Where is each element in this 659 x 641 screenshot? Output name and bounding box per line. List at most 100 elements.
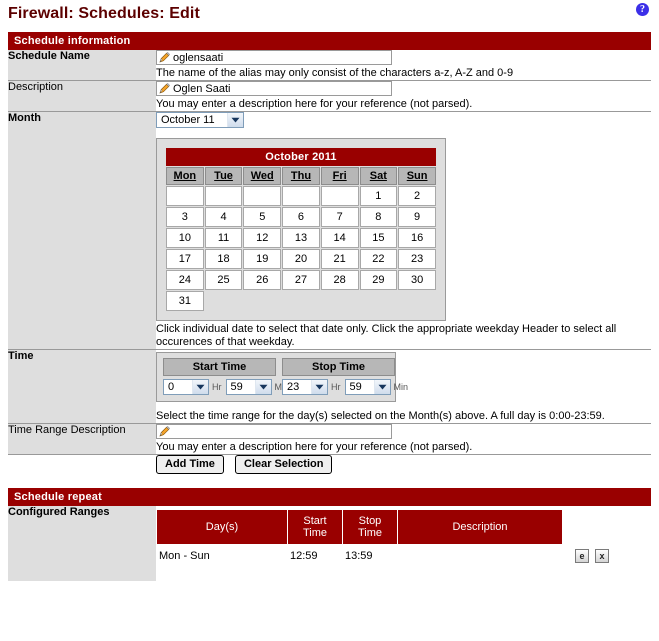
calendar-cell-blank	[321, 291, 359, 311]
action-buttons: Add Time Clear Selection	[156, 454, 651, 474]
schedule-name-input[interactable]: oglensaati	[156, 50, 392, 65]
calendar-day-27[interactable]: 27	[282, 270, 320, 290]
calendar-day-21[interactable]: 21	[320, 249, 359, 269]
calendar-day-14[interactable]: 14	[320, 228, 359, 248]
configured-ranges-table: Day(s) Start Time Stop Time Description …	[156, 509, 619, 566]
stop-minute-unit: Min	[393, 382, 409, 392]
weekday-header-fri[interactable]: Fri	[320, 167, 359, 185]
month-select-value: October 11	[161, 114, 215, 126]
calendar-day-3[interactable]: 3	[166, 207, 204, 227]
calendar-day-13[interactable]: 13	[282, 228, 320, 248]
ranges-header-row: Day(s) Start Time Stop Time Description	[157, 510, 618, 544]
weekday-header-wed[interactable]: Wed	[243, 167, 282, 185]
calendar-day-18[interactable]: 18	[204, 249, 243, 269]
stop-time-label: Stop Time	[282, 358, 395, 376]
weekday-header-sat[interactable]: Sat	[359, 167, 398, 185]
calendar-weekday-row: Mon Tue Wed Thu Fri Sat Sun	[166, 167, 436, 185]
start-minute-select[interactable]: 59	[225, 379, 272, 395]
calendar-day-10[interactable]: 10	[166, 228, 204, 248]
add-time-button[interactable]: Add Time	[156, 455, 224, 474]
label-configured-ranges: Configured Ranges	[8, 506, 156, 581]
stop-minute-select[interactable]: 59	[344, 379, 391, 395]
month-select[interactable]: October 11	[156, 112, 244, 128]
calendar-day-24[interactable]: 24	[166, 270, 204, 290]
time-range-description-input[interactable]	[156, 424, 392, 439]
label-month: Month	[8, 111, 156, 350]
pencil-icon	[159, 426, 170, 437]
calendar-week-row: 24 25 26 27 28 29 30	[166, 270, 436, 290]
clear-selection-button[interactable]: Clear Selection	[234, 455, 333, 474]
calendar-day-28[interactable]: 28	[320, 270, 359, 290]
calendar-cell-empty	[204, 186, 243, 206]
row-description: Description Oglen Saati You may enter a …	[8, 80, 651, 112]
start-time-label: Start Time	[163, 358, 276, 376]
column-header-start-time-line2: Time	[302, 527, 328, 539]
weekday-header-tue[interactable]: Tue	[204, 167, 243, 185]
calendar-day-15[interactable]: 15	[359, 228, 398, 248]
weekday-header-mon[interactable]: Mon	[166, 167, 204, 185]
panel-spacer	[0, 474, 659, 488]
calendar-day-7[interactable]: 7	[320, 207, 359, 227]
field-description: Oglen Saati You may enter a description …	[156, 80, 651, 112]
calendar-cell-empty	[320, 186, 359, 206]
start-hour-select[interactable]: 0	[163, 379, 209, 395]
schedule-repeat-table: Configured Ranges Day(s) Start Time Stop…	[8, 506, 651, 581]
calendar-day-9[interactable]: 9	[398, 207, 436, 227]
calendar-day-20[interactable]: 20	[282, 249, 320, 269]
label-time-range-description: Time Range Description	[8, 423, 156, 455]
calendar-cell-blank	[282, 291, 320, 311]
weekday-header-sun[interactable]: Sun	[398, 167, 436, 185]
column-header-stop-time-line1: Stop	[358, 515, 382, 527]
start-hour-value: 0	[168, 381, 175, 393]
time-range-description-hint: You may enter a description here for you…	[156, 441, 473, 453]
time-hint: Select the time range for the day(s) sel…	[156, 410, 605, 422]
stop-hour-unit: Hr	[331, 382, 341, 392]
description-hint: You may enter a description here for you…	[156, 98, 473, 110]
calendar-day-12[interactable]: 12	[243, 228, 282, 248]
schedule-name-hint: The name of the alias may only consist o…	[156, 67, 514, 79]
edit-icon[interactable]: e	[575, 549, 589, 563]
calendar-week-row: 3456789	[166, 207, 436, 227]
calendar-week-row: 17 18 19 20 21 22 23	[166, 249, 436, 269]
calendar-day-29[interactable]: 29	[359, 270, 398, 290]
delete-icon[interactable]: x	[595, 549, 610, 563]
weekday-header-thu[interactable]: Thu	[282, 167, 320, 185]
field-time: Start Time 0 Hr 59 Stop Time 23 Hr 59 Mi…	[156, 349, 651, 424]
calendar-day-23[interactable]: 23	[398, 249, 436, 269]
cell-days: Mon - Sun	[159, 550, 210, 562]
column-header-stop-time-line2: Time	[357, 527, 383, 539]
chevron-down-icon	[254, 380, 271, 394]
calendar-day-17[interactable]: 17	[166, 249, 204, 269]
calendar-day-5[interactable]: 5	[243, 207, 282, 227]
calendar-day-1[interactable]: 1	[359, 186, 398, 206]
column-header-start-time-line1: Start	[303, 515, 327, 527]
column-header-actions	[563, 510, 618, 544]
calendar-day-6[interactable]: 6	[282, 207, 320, 227]
calendar-day-2[interactable]: 2	[398, 186, 436, 206]
calendar-cell-empty	[166, 186, 204, 206]
stop-hour-value: 23	[287, 381, 300, 393]
row-schedule-name: Schedule Name oglensaati The name of the…	[8, 50, 651, 81]
calendar-day-19[interactable]: 19	[243, 249, 282, 269]
schedule-name-value: oglensaati	[173, 51, 224, 64]
help-icon[interactable]: ?	[636, 3, 649, 16]
calendar-day-30[interactable]: 30	[398, 270, 436, 290]
stop-minute-value: 59	[349, 381, 362, 393]
calendar-cell-blank	[243, 291, 281, 311]
description-input[interactable]: Oglen Saati	[156, 81, 392, 96]
calendar-day-25[interactable]: 25	[204, 270, 243, 290]
calendar-day-31[interactable]: 31	[166, 291, 204, 311]
calendar-day-4[interactable]: 4	[204, 207, 243, 227]
row-time: Time Start Time 0 Hr 59 Stop Time 23 Hr …	[8, 349, 651, 424]
schedule-repeat-panel: Schedule repeat	[8, 488, 651, 506]
description-value: Oglen Saati	[173, 82, 231, 95]
calendar-day-22[interactable]: 22	[359, 249, 398, 269]
calendar-day-16[interactable]: 16	[398, 228, 436, 248]
stop-hour-select[interactable]: 23	[282, 379, 328, 395]
calendar-day-8[interactable]: 8	[359, 207, 398, 227]
calendar-cell-empty	[282, 186, 320, 206]
column-header-start-time: Start Time	[288, 510, 342, 544]
calendar-day-11[interactable]: 11	[204, 228, 243, 248]
calendar-day-26[interactable]: 26	[243, 270, 282, 290]
calendar-body: 1 2 3 4 5 6 7 8 9 10 11 12 13 14 15 16 17 18 19 20 21 22 23 24 2…	[166, 186, 436, 311]
